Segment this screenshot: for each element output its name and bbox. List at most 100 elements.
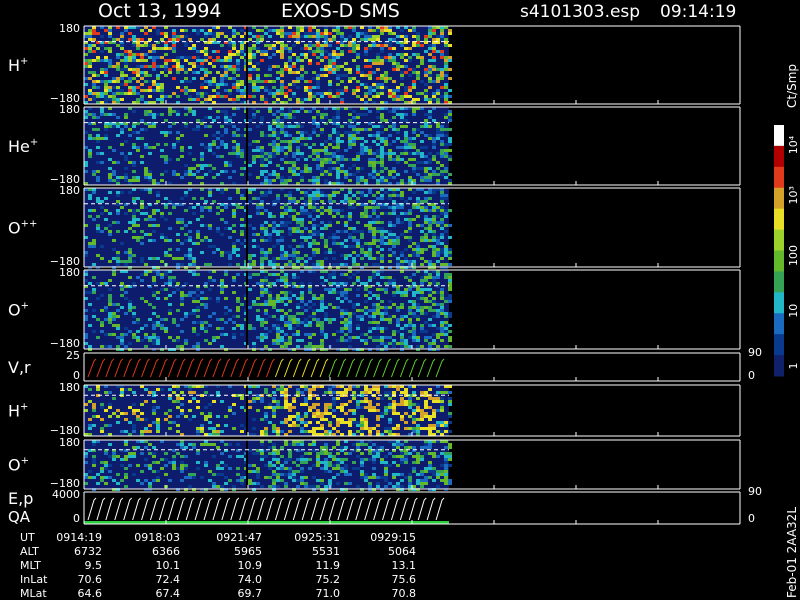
spec-cell — [432, 279, 436, 282]
spec-cell — [360, 245, 364, 248]
spec-cell — [164, 161, 168, 164]
spec-cell — [340, 421, 344, 424]
spec-cell — [432, 397, 436, 400]
spec-cell — [176, 113, 180, 116]
spec-cell — [428, 221, 432, 224]
spec-cell — [268, 282, 272, 285]
spec-cell — [360, 143, 364, 146]
spec-cell — [96, 224, 100, 227]
spec-cell — [448, 312, 452, 315]
spec-cell — [128, 152, 132, 155]
spec-cell — [92, 59, 96, 62]
spec-cell — [300, 221, 304, 224]
trace-segment — [257, 358, 266, 378]
spec-cell — [364, 92, 368, 95]
spec-cell — [380, 119, 384, 122]
spec-cell — [420, 391, 424, 394]
spec-cell — [400, 95, 404, 98]
spec-cell — [296, 224, 300, 227]
spec-cell — [284, 35, 288, 38]
spec-cell — [128, 330, 132, 333]
spec-cell — [112, 113, 116, 116]
spec-cell — [224, 164, 228, 167]
spec-cell — [412, 251, 416, 254]
spec-cell — [252, 95, 256, 98]
spec-cell — [292, 276, 296, 279]
spec-cell — [420, 409, 424, 412]
spec-cell — [128, 306, 132, 309]
spec-cell — [284, 44, 288, 47]
spec-cell — [108, 233, 112, 236]
spec-cell — [376, 273, 380, 276]
spec-cell — [108, 443, 112, 446]
spec-cell — [164, 251, 168, 254]
spec-cell — [152, 391, 156, 394]
spec-cell — [264, 191, 268, 194]
spec-cell — [100, 282, 104, 285]
spec-cell — [396, 53, 400, 56]
spec-cell — [408, 318, 412, 321]
spec-cell — [372, 239, 376, 242]
spec-cell — [96, 215, 100, 218]
spec-cell — [116, 263, 120, 266]
spec-cell — [260, 260, 264, 263]
spec-cell — [348, 125, 352, 128]
spec-cell — [284, 273, 288, 276]
spec-cell — [284, 92, 288, 95]
spec-cell — [240, 149, 244, 152]
spec-cell — [280, 276, 284, 279]
spec-cell — [180, 409, 184, 412]
spec-cell — [200, 92, 204, 95]
spec-cell — [348, 77, 352, 80]
spec-cell — [308, 324, 312, 327]
spec-cell — [200, 59, 204, 62]
spec-cell — [448, 300, 452, 303]
spec-cell — [292, 170, 296, 173]
spec-cell — [440, 309, 444, 312]
spec-cell — [156, 77, 160, 80]
spec-cell — [416, 167, 420, 170]
spec-cell — [120, 53, 124, 56]
spec-cell — [152, 461, 156, 464]
spec-cell — [228, 50, 232, 53]
spec-cell — [392, 32, 396, 35]
spec-cell — [444, 197, 448, 200]
spec-cell — [124, 443, 128, 446]
spec-cell — [184, 77, 188, 80]
spec-cell — [96, 318, 100, 321]
spec-cell — [376, 35, 380, 38]
spec-cell — [204, 464, 208, 467]
spec-cell — [112, 273, 116, 276]
spec-cell — [360, 257, 364, 260]
spec-cell — [364, 391, 368, 394]
spec-cell — [432, 191, 436, 194]
spec-cell — [308, 146, 312, 149]
spec-cell — [180, 38, 184, 41]
spec-cell — [208, 149, 212, 152]
spec-cell — [232, 170, 236, 173]
spec-cell — [156, 291, 160, 294]
spec-cell — [396, 146, 400, 149]
spec-cell — [380, 312, 384, 315]
spec-cell — [340, 406, 344, 409]
panel-3: 180−180O++ — [8, 184, 741, 269]
spec-cell — [264, 176, 268, 179]
spec-cell — [236, 80, 240, 83]
spec-cell — [124, 476, 128, 479]
spec-cell — [308, 291, 312, 294]
spec-cell — [380, 116, 384, 119]
spec-cell — [440, 257, 444, 260]
spec-cell — [308, 197, 312, 200]
spec-cell — [316, 47, 320, 50]
spec-cell — [192, 44, 196, 47]
spec-cell — [148, 125, 152, 128]
spec-cell — [156, 273, 160, 276]
spec-cell — [352, 418, 356, 421]
spec-cell — [448, 391, 452, 394]
spec-cell — [144, 59, 148, 62]
spec-cell — [364, 242, 368, 245]
spec-cell — [372, 321, 376, 324]
spec-cell — [196, 164, 200, 167]
spec-cell — [340, 409, 344, 412]
spec-cell — [144, 143, 148, 146]
